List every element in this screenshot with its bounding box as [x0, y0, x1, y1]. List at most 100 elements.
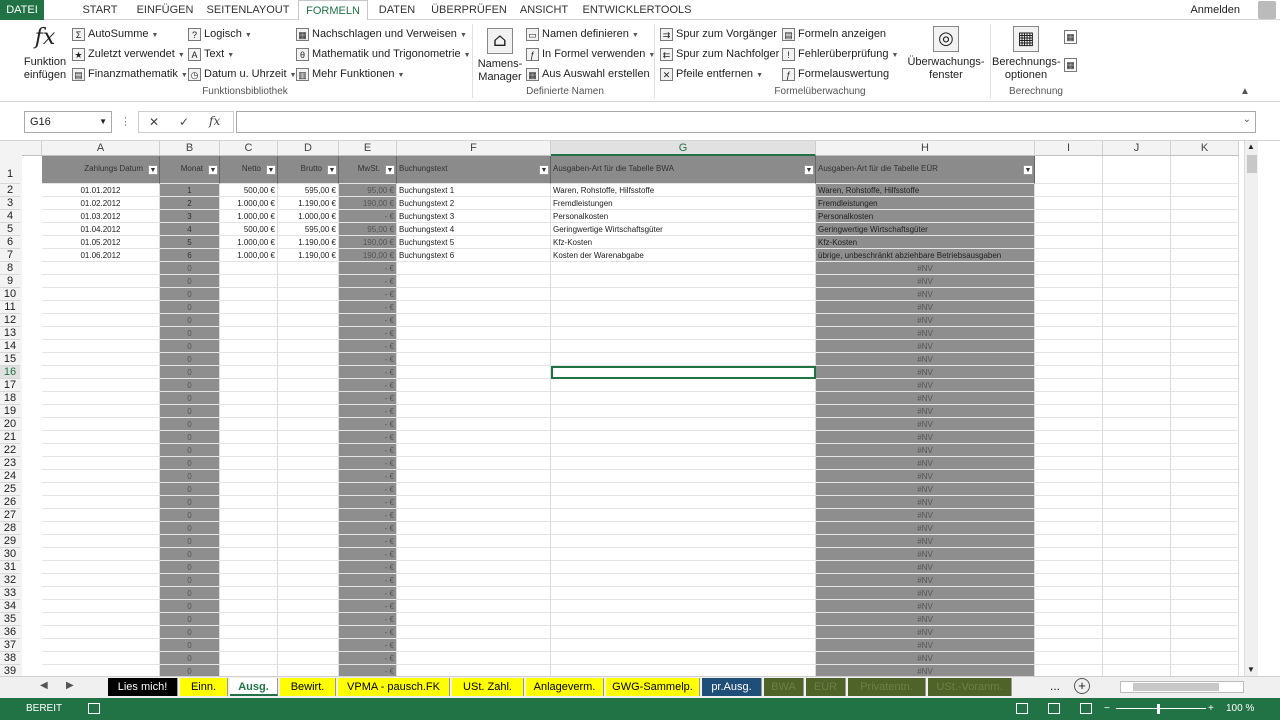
grid-cell[interactable] [220, 470, 278, 483]
filter-dropdown-icon[interactable]: ▼ [539, 165, 549, 175]
filter-dropdown-icon[interactable]: ▼ [804, 165, 814, 175]
grid-cell[interactable]: Buchungstext 3 [397, 210, 551, 223]
grid-cell[interactable]: 1.000,00 € [220, 236, 278, 249]
grid-cell[interactable] [278, 548, 339, 561]
grid-cell[interactable] [42, 301, 160, 314]
ribbon-button-autosumme[interactable]: Σ AutoSumme ▼ [72, 25, 158, 43]
filter-dropdown-icon[interactable]: ▼ [266, 165, 276, 175]
grid-cell[interactable] [1035, 340, 1103, 353]
ribbon-tab-ansicht[interactable]: ANSICHT [512, 0, 576, 20]
grid-cell[interactable] [1103, 418, 1171, 431]
grid-cell[interactable] [42, 431, 160, 444]
grid-cell[interactable] [397, 639, 551, 652]
row-header[interactable]: 33 [0, 587, 20, 600]
grid-cell[interactable]: Buchungstext 6 [397, 249, 551, 262]
row-header[interactable]: 23 [0, 457, 20, 470]
grid-cell[interactable]: #NV [816, 652, 1035, 665]
grid-cell[interactable]: 1.190,00 € [278, 236, 339, 249]
user-avatar-icon[interactable] [1258, 1, 1276, 19]
grid-cell[interactable] [1035, 223, 1103, 236]
grid-cell[interactable]: #NV [816, 366, 1035, 379]
formula-input[interactable]: ⌄ [236, 111, 1256, 133]
grid-cell[interactable] [1171, 587, 1239, 600]
grid-cell[interactable]: 1.000,00 € [220, 210, 278, 223]
grid-cell[interactable] [1171, 197, 1239, 210]
grid-cell[interactable]: 1.000,00 € [278, 210, 339, 223]
row-header[interactable]: 18 [0, 392, 20, 405]
grid-cell[interactable] [42, 574, 160, 587]
row-header[interactable]: 13 [0, 327, 20, 340]
grid-cell[interactable] [220, 431, 278, 444]
grid-cell[interactable] [1103, 366, 1171, 379]
grid-cell[interactable] [1171, 249, 1239, 262]
grid-cell[interactable] [1103, 548, 1171, 561]
grid-cell[interactable] [1103, 392, 1171, 405]
grid-cell[interactable] [278, 509, 339, 522]
zoom-slider-thumb[interactable] [1157, 704, 1160, 714]
grid-cell[interactable] [397, 457, 551, 470]
ribbon-tab-datei[interactable]: DATEI [0, 0, 44, 20]
grid-cell[interactable] [397, 340, 551, 353]
table-header-cell[interactable]: Ausgaben-Art für die Tabelle EÜR ▼ [816, 156, 1035, 184]
grid-cell[interactable]: #NV [816, 327, 1035, 340]
grid-cell[interactable] [1103, 600, 1171, 613]
grid-cell[interactable]: 0 [160, 509, 220, 522]
grid-cell[interactable] [1103, 652, 1171, 665]
grid-cell[interactable]: #NV [816, 444, 1035, 457]
grid-cell[interactable]: 01.01.2012 [42, 184, 160, 197]
grid-cell[interactable] [397, 444, 551, 457]
ribbon-button-formelauswertung[interactable]: ƒ Formelauswertung [782, 65, 889, 83]
sheet-tab-ust-zahl-[interactable]: USt. Zahl. [452, 678, 524, 696]
row-header[interactable]: 9 [0, 275, 20, 288]
grid-cell[interactable] [1035, 197, 1103, 210]
grid-cell[interactable] [1171, 561, 1239, 574]
grid-cell[interactable]: 1.190,00 € [278, 249, 339, 262]
grid-cell[interactable]: #NV [816, 665, 1035, 676]
ribbon-tab-entwicklertools[interactable]: ENTWICKLERTOOLS [582, 0, 692, 20]
grid-cell[interactable] [1035, 535, 1103, 548]
row-header[interactable]: 30 [0, 548, 20, 561]
grid-cell[interactable] [551, 431, 816, 444]
grid-cell[interactable]: 01.03.2012 [42, 210, 160, 223]
grid-cell[interactable] [1171, 483, 1239, 496]
grid-cell[interactable]: - € [339, 405, 397, 418]
grid-cell[interactable] [278, 444, 339, 457]
grid-cell[interactable] [278, 587, 339, 600]
insert-function-button[interactable]: fx Funktion einfügen [22, 26, 68, 82]
grid-cell[interactable] [278, 639, 339, 652]
grid-cell[interactable] [1103, 431, 1171, 444]
calculate-now-icon[interactable]: ▦ [1064, 30, 1077, 44]
grid-cell[interactable] [1171, 522, 1239, 535]
grid-cell[interactable] [42, 639, 160, 652]
name-box[interactable]: G16 ▼ [24, 111, 112, 133]
grid-cell[interactable] [220, 600, 278, 613]
ribbon-button-spur-zum-nachfolger[interactable]: ⇇ Spur zum Nachfolger [660, 45, 779, 63]
sheet-tab-vpma-pausch-fk[interactable]: VPMA - pausch.FK [338, 678, 450, 696]
grid-cell[interactable]: 0 [160, 496, 220, 509]
next-sheet-icon[interactable]: ▶ [66, 680, 74, 691]
grid-cell[interactable] [1035, 639, 1103, 652]
grid-cell[interactable] [1103, 444, 1171, 457]
grid-cell[interactable]: - € [339, 314, 397, 327]
ribbon-button-formeln-anzeigen[interactable]: ▤ Formeln anzeigen [782, 25, 886, 43]
grid-cell[interactable] [1171, 366, 1239, 379]
row-header[interactable]: 34 [0, 600, 20, 613]
ribbon-button-logisch[interactable]: ? Logisch ▼ [188, 25, 252, 43]
grid-cell[interactable] [1103, 223, 1171, 236]
grid-cell[interactable] [551, 626, 816, 639]
filter-dropdown-icon[interactable]: ▼ [327, 165, 337, 175]
grid-cell[interactable] [42, 275, 160, 288]
grid-cell[interactable] [397, 613, 551, 626]
grid-cell[interactable]: #NV [816, 535, 1035, 548]
grid-cell[interactable]: 01.04.2012 [42, 223, 160, 236]
grid-cell[interactable] [551, 483, 816, 496]
horizontal-scroll-thumb[interactable] [1133, 683, 1219, 691]
grid-cell[interactable] [1103, 665, 1171, 676]
grid-cell[interactable] [278, 665, 339, 676]
grid-cell[interactable] [220, 626, 278, 639]
grid-cell[interactable] [1171, 379, 1239, 392]
grid-cell[interactable] [42, 483, 160, 496]
ribbon-button-aus-auswahl-erstellen[interactable]: ▦ Aus Auswahl erstellen [526, 65, 650, 83]
table-header-cell[interactable]: Buchungstext ▼ [397, 156, 551, 184]
page-layout-view-icon[interactable] [1048, 703, 1060, 714]
